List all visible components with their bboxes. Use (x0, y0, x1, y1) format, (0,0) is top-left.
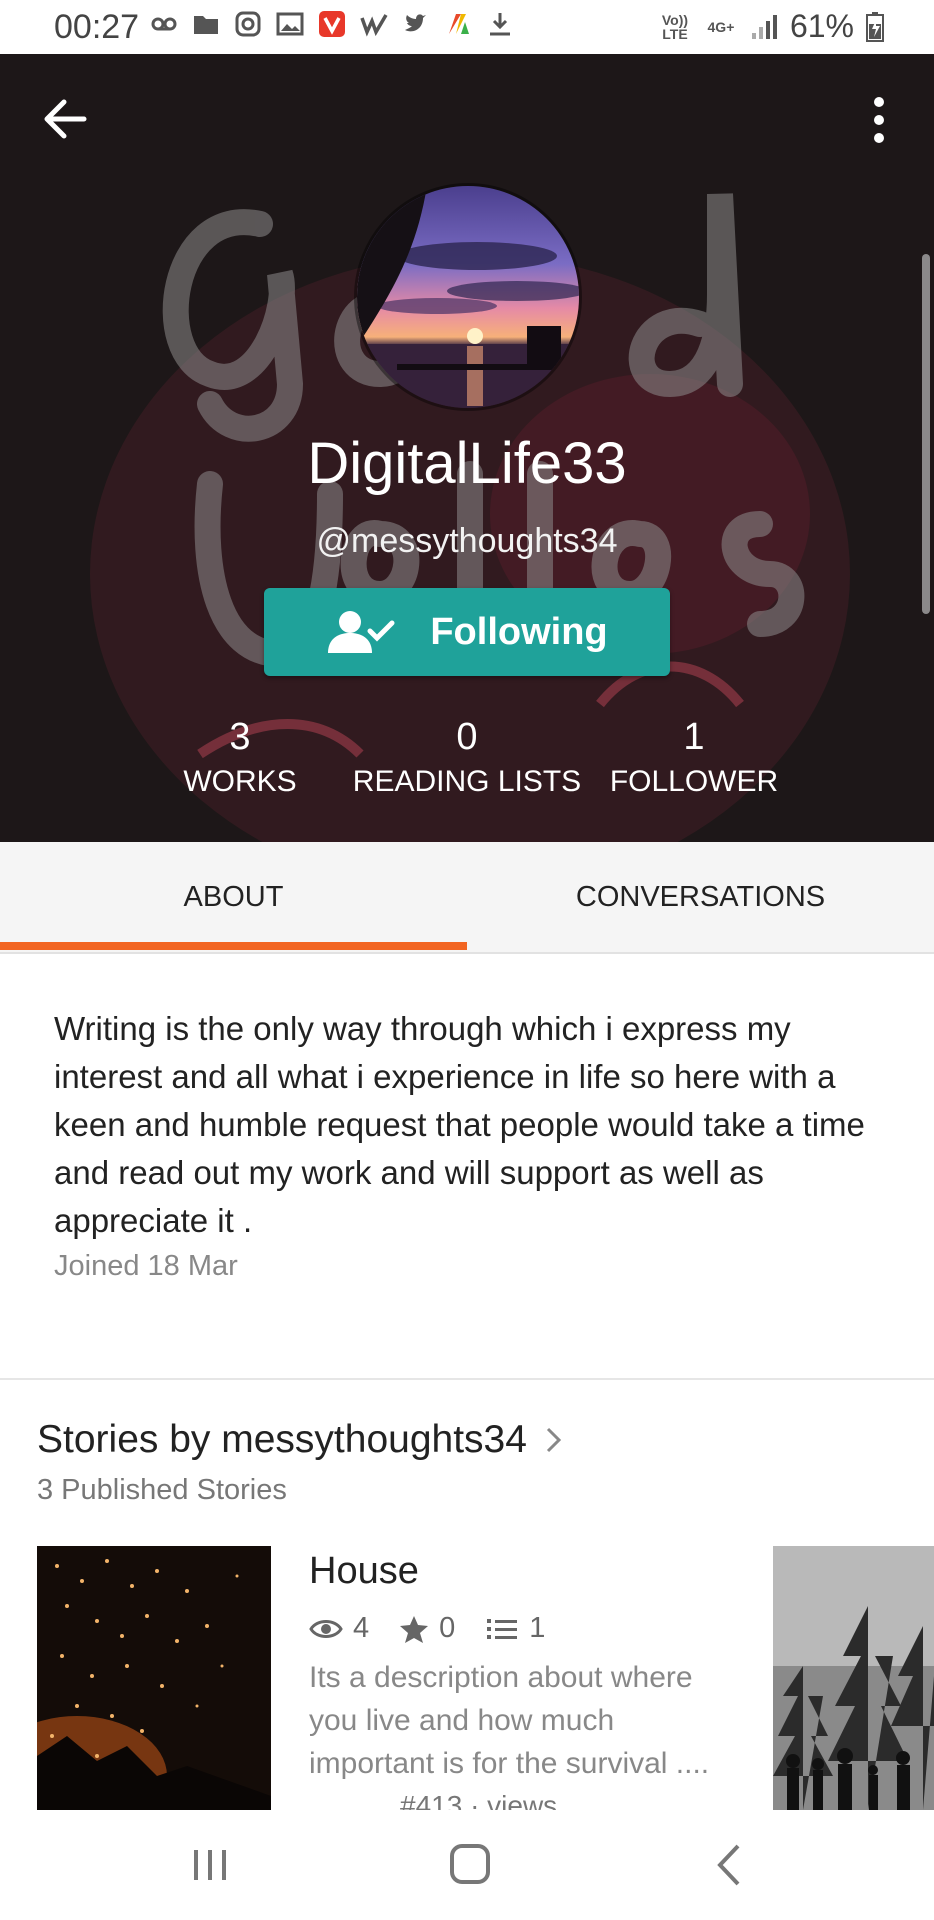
stat-label: READING LISTS (352, 765, 582, 798)
stat-reading-lists[interactable]: 0 READING LISTS (347, 716, 587, 799)
story-votes: 0 (439, 1612, 456, 1644)
voicemail-icon (151, 17, 177, 31)
battery-percent: 61% (789, 8, 854, 44)
story-cover-house[interactable] (37, 1546, 271, 1810)
more-vertical-icon[interactable] (864, 92, 894, 148)
battery-charging-icon (866, 11, 884, 42)
profile-stats: 3 WORKS 0 READING LISTS 1 FOLLOWER (0, 716, 934, 826)
username: @messythoughts34 (316, 522, 618, 560)
following-button[interactable]: Following (264, 588, 670, 676)
chevron-right-icon (546, 1427, 562, 1453)
following-label: Following (430, 610, 608, 653)
system-navigation-bar (0, 1810, 934, 1920)
stat-label: WORKS (183, 765, 297, 798)
volte-label: Vo)) LTE (661, 11, 689, 42)
gallery-icon (276, 12, 304, 36)
status-right: Vo)) LTE 4G+ 61% (658, 8, 884, 45)
story-stats: 4 0 1 (309, 1612, 575, 1645)
app-colorful-icon (449, 14, 469, 34)
stat-works[interactable]: 3 WORKS (140, 716, 340, 799)
section-divider (0, 1378, 934, 1380)
stories-count: 3 Published Stories (37, 1474, 287, 1506)
status-bar: 00:27 Vo)) LTE 4G+ 61% (0, 0, 934, 54)
profile-tabs: ABOUT CONVERSATIONS (0, 842, 934, 954)
stories-title: Stories by messythoughts34 (37, 1418, 527, 1461)
tab-conversations[interactable]: CONVERSATIONS (467, 842, 934, 952)
download-icon (490, 13, 510, 36)
story-title[interactable]: House (309, 1550, 419, 1593)
profile-header: DigitalLife33 @messythoughts34 Following… (0, 54, 934, 842)
stat-label: FOLLOWER (609, 765, 779, 798)
stat-value: 0 (456, 716, 478, 758)
story-cover-image (773, 1546, 934, 1810)
folder-icon (194, 16, 218, 34)
about-description: Writing is the only way through which i … (54, 1010, 865, 1239)
star-icon (400, 1615, 429, 1643)
story-parts: 1 (529, 1612, 546, 1644)
display-name: DigitalLife33 (307, 431, 627, 496)
story-reads: 4 (353, 1612, 370, 1644)
network-type-label: 4G+ (707, 18, 735, 35)
back-arrow-icon[interactable] (40, 94, 90, 144)
user-check-icon (328, 611, 395, 653)
signal-icon (751, 14, 777, 39)
wattpad-icon (360, 14, 388, 37)
vivaldi-icon (319, 11, 345, 37)
back-chevron-icon[interactable] (700, 1840, 760, 1890)
tab-about[interactable]: ABOUT (0, 842, 467, 952)
instagram-icon (235, 11, 261, 37)
notification-icons (150, 10, 514, 38)
avatar[interactable] (354, 183, 582, 411)
stat-value: 3 (229, 716, 251, 758)
stories-section-header[interactable]: Stories by messythoughts34 (37, 1418, 565, 1462)
eye-icon (309, 1619, 343, 1638)
twitter-icon (405, 14, 426, 32)
joined-date: Joined 18 Mar (54, 1250, 238, 1282)
status-time: 00:27 (54, 8, 140, 46)
story-description: Its a description about where you live a… (309, 1661, 710, 1780)
list-icon (487, 1618, 518, 1639)
recents-icon[interactable] (180, 1840, 240, 1890)
avatar-sunset-image (357, 186, 579, 408)
story-cover-image (37, 1546, 271, 1810)
tab-selected-indicator (0, 942, 467, 950)
stat-value: 1 (683, 716, 705, 758)
story-cover-next[interactable] (773, 1546, 934, 1810)
home-icon[interactable] (440, 1840, 500, 1890)
stat-followers[interactable]: 1 FOLLOWER (594, 716, 794, 799)
story-rank: #413 · views (400, 1790, 558, 1810)
